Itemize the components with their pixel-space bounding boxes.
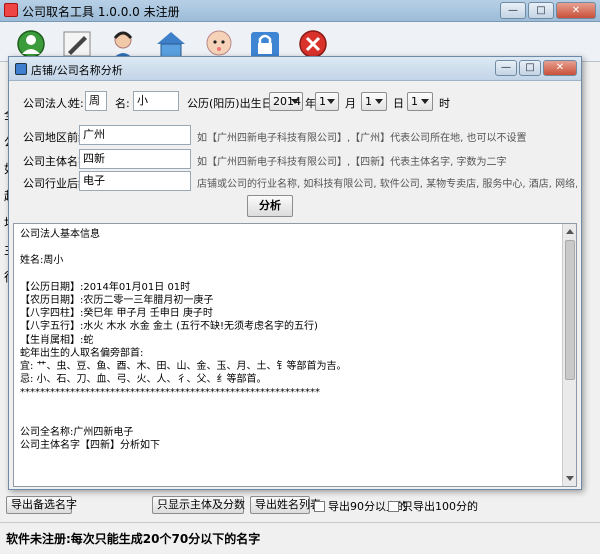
result-line	[20, 413, 560, 426]
scroll-down-icon[interactable]	[566, 476, 574, 481]
result-line: 姓名:周小	[20, 255, 64, 267]
birth-year-select[interactable]: 2014	[269, 92, 303, 111]
region-prefix-input[interactable]: 广州	[79, 125, 191, 145]
status-bar: 软件未注册:每次只能生成20个70分以下的名字	[0, 522, 600, 554]
dialog-minimize-button[interactable]: —	[495, 60, 517, 76]
bottom-action-bar: 导出备选名字 只显示主体及分数 导出姓名列表 导出90分以上的 只导出100分的	[0, 494, 600, 518]
birth-day-select[interactable]: 1	[361, 92, 387, 111]
analysis-result-textarea[interactable]: 公司法人基本信息 姓名:周小 【公历日期】:2014年01月01日 01时 【农…	[13, 223, 577, 487]
dialog-icon	[15, 63, 27, 75]
app-icon	[4, 3, 18, 17]
day-unit: 日	[393, 97, 404, 110]
main-window-title: 公司取名工具 1.0.0.0 未注册	[22, 5, 180, 19]
surname-input[interactable]: 周	[85, 91, 107, 111]
chevron-down-icon	[421, 99, 429, 104]
result-line	[20, 268, 560, 281]
checkbox-box[interactable]	[388, 500, 399, 512]
result-line: 【八字五行】:水火 木水 水金 金土 (五行不缺!无须考虑名字的五行)	[20, 321, 318, 333]
export-100-only-checkbox[interactable]: 只导出100分的	[388, 498, 478, 514]
analysis-result-text: 公司法人基本信息 姓名:周小 【公历日期】:2014年01月01日 01时 【农…	[20, 228, 560, 452]
industry-suffix-hint: 店铺或公司的行业名称, 如科技有限公司, 软件公司, 某物专卖店, 服务中心, …	[197, 179, 577, 190]
result-line: 【生肖属相】:蛇	[20, 334, 94, 346]
checkbox-label: 只导出100分的	[402, 500, 478, 513]
scroll-up-icon[interactable]	[566, 229, 574, 234]
export-name-list-button[interactable]: 导出姓名列表	[250, 496, 321, 514]
chevron-down-icon	[291, 99, 299, 104]
registration-status-text: 软件未注册:每次只能生成20个70分以下的名字	[6, 532, 261, 546]
dialog-maximize-button[interactable]: □	[519, 60, 541, 76]
result-line: 【农历日期】:农历二零一三年腊月初一庚子	[20, 295, 214, 307]
result-line: 宜: 艹、虫、豆、鱼、酉、木、田、山、金、玉、月、土、钅等部首为吉。	[20, 361, 347, 373]
chevron-down-icon	[375, 99, 383, 104]
minimize-button[interactable]: —	[500, 2, 526, 19]
region-prefix-hint: 如【广州四新电子科技有限公司】,【广州】代表公司所在地, 也可以不设置	[197, 133, 527, 144]
chevron-down-icon	[327, 99, 335, 104]
main-name-input[interactable]: 四新	[79, 149, 191, 169]
dialog-controls: — □ ✕	[495, 60, 577, 76]
birth-month-select[interactable]: 1	[315, 92, 339, 111]
maximize-button[interactable]: □	[528, 2, 554, 19]
birth-day-value: 1	[365, 95, 372, 108]
result-line: ****************************************…	[20, 387, 320, 399]
dialog-close-button[interactable]: ✕	[543, 60, 577, 76]
main-name-hint: 如【广州四新电子科技有限公司】,【四新】代表主体名字, 字数为二字	[197, 157, 507, 168]
result-line: 【公历日期】:2014年01月01日 01时	[20, 281, 191, 293]
result-line: 【八字四柱】:癸巳年 甲子月 壬申日 庚子时	[20, 308, 213, 320]
company-name-analysis-dialog: 店铺/公司名称分析 — □ ✕ 公司法人: 姓: 周 名: 小 公历(阳历)出生…	[8, 56, 582, 490]
birth-hour-value: 1	[411, 95, 418, 108]
result-line: 公司主体名字【四新】分析如下	[20, 440, 160, 452]
main-window-controls: — □ ✕	[500, 2, 596, 19]
industry-suffix-input[interactable]: 电子	[79, 171, 191, 191]
scroll-thumb[interactable]	[565, 240, 575, 380]
hour-unit: 时	[439, 97, 450, 110]
result-line: 忌: 小、石、刀、血、弓、火、人、彳、父、纟等部首。	[20, 374, 267, 386]
close-button[interactable]: ✕	[556, 2, 596, 19]
dialog-title-bar[interactable]: 店铺/公司名称分析 — □ ✕	[9, 57, 581, 81]
given-name-input[interactable]: 小	[133, 91, 179, 111]
result-line	[20, 241, 560, 254]
birth-month-value: 1	[319, 95, 326, 108]
analyze-button[interactable]: 分析	[247, 195, 293, 217]
birth-hour-select[interactable]: 1	[407, 92, 433, 111]
result-line: 公司法人基本信息	[20, 229, 100, 240]
month-unit: 月	[345, 97, 356, 110]
result-line	[20, 400, 560, 413]
given-name-label: 名:	[115, 97, 130, 110]
show-main-only-button[interactable]: 只显示主体及分数	[152, 496, 245, 514]
result-line: 蛇年出生的人取名偏旁部首:	[20, 347, 144, 359]
result-scrollbar[interactable]	[562, 224, 576, 486]
surname-label: 姓:	[69, 97, 84, 110]
checkbox-box[interactable]	[314, 500, 325, 512]
result-line: 公司全名称:广州四新电子	[20, 427, 134, 439]
legal-person-label: 公司法人:	[23, 97, 71, 110]
export-candidates-button[interactable]: 导出备选名字	[6, 496, 77, 514]
dialog-title: 店铺/公司名称分析	[31, 64, 123, 77]
main-window-title-bar[interactable]: 公司取名工具 1.0.0.0 未注册 — □ ✕	[0, 0, 600, 22]
